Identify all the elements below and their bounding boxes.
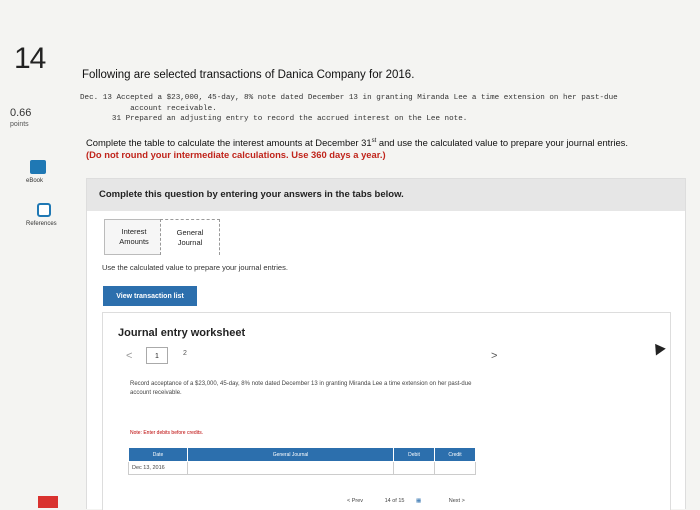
points-display: 0.66 points — [10, 108, 31, 130]
instructions: Complete the table to calculate the inte… — [86, 135, 686, 161]
instructions-text-2: and use the calculated value to prepare … — [376, 137, 628, 149]
credit-cell[interactable] — [434, 461, 476, 475]
debit-cell[interactable] — [393, 461, 435, 475]
column-header-debit: Debit — [393, 447, 435, 462]
worksheet-title: Journal entry worksheet — [118, 327, 246, 339]
table-row: Dec 13, 2016 — [128, 461, 476, 475]
transaction-line: Dec. 13 Accepted a $23,000, 45-day, 8% n… — [80, 94, 618, 102]
next-button[interactable]: Next > — [449, 498, 465, 504]
panel-heading: Complete this question by entering your … — [87, 179, 685, 211]
publisher-logo — [38, 496, 58, 508]
instructions-warning: (Do not round your intermediate calculat… — [86, 149, 386, 161]
column-header-date: Date — [128, 447, 188, 462]
transactions-list: Dec. 13 Accepted a $23,000, 45-day, 8% n… — [80, 93, 618, 125]
points-label: points — [10, 121, 29, 128]
journal-table: Date General Journal Debit Credit Dec 13… — [128, 447, 476, 475]
ebook-label[interactable]: eBook — [26, 178, 43, 184]
points-value: 0.66 — [10, 107, 32, 119]
references-label[interactable]: References — [26, 221, 57, 227]
question-navigation: < Prev 14 of 15 ▦ Next > — [347, 498, 465, 504]
entry-description: Record acceptance of a $23,000, 45-day, … — [130, 381, 472, 396]
tab-general-journal[interactable]: General Journal — [160, 219, 220, 255]
worksheet-page-1[interactable]: 1 — [146, 347, 168, 364]
ebook-icon[interactable] — [30, 160, 46, 174]
tab-label: General — [176, 227, 204, 237]
worksheet-page-2[interactable]: 2 — [183, 350, 187, 357]
date-cell: Dec 13, 2016 — [128, 461, 188, 475]
tab-label: Journal — [177, 237, 203, 247]
tab-interest-amounts[interactable]: Interest Amounts — [104, 219, 164, 255]
references-icon[interactable] — [37, 203, 51, 217]
journal-entry-worksheet: Journal entry worksheet < 1 2 > Record a… — [102, 312, 671, 510]
column-header-general-journal: General Journal — [187, 447, 394, 462]
page-indicator: 14 of 15 — [384, 498, 405, 504]
chevron-left-icon[interactable]: < — [126, 350, 132, 362]
entry-note: Note: Enter debits before credits. — [130, 430, 204, 436]
account-cell[interactable] — [187, 461, 394, 475]
question-panel: Complete this question by entering your … — [86, 178, 686, 510]
instructions-text: Complete the table to calculate the inte… — [86, 137, 372, 149]
grid-icon[interactable]: ▦ — [416, 498, 421, 504]
prev-button[interactable]: < Prev — [347, 498, 363, 504]
chevron-right-icon[interactable]: > — [491, 350, 497, 362]
view-transaction-list-button[interactable]: View transaction list — [103, 286, 197, 306]
tab-label: Amounts — [119, 237, 149, 246]
transaction-line: 31 Prepared an adjusting entry to record… — [80, 115, 468, 123]
tab-label: Interest — [121, 227, 147, 236]
column-header-credit: Credit — [434, 447, 476, 462]
question-intro: Following are selected transactions of D… — [82, 69, 415, 81]
question-number: 14 — [14, 42, 46, 75]
use-calculated-text: Use the calculated value to prepare your… — [102, 263, 288, 272]
panel-heading-text: Complete this question by entering your … — [99, 189, 404, 200]
transaction-line: account receivable. — [80, 104, 217, 113]
